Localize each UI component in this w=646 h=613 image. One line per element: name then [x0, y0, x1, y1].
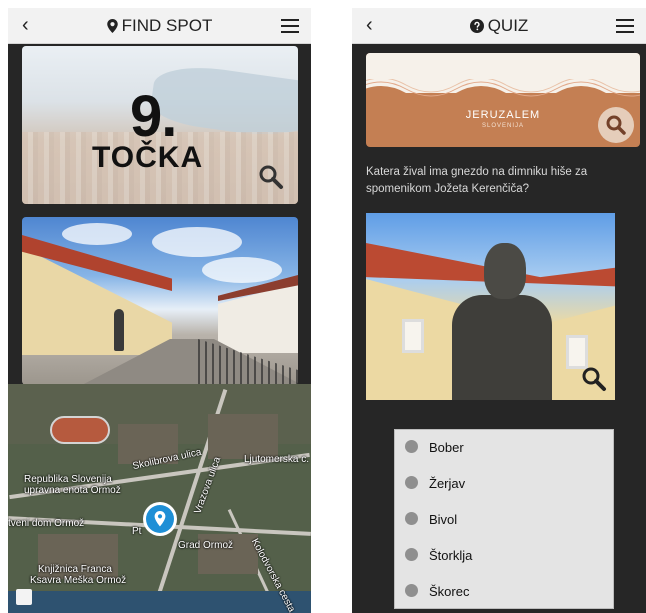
- spot-number: 9.: [130, 84, 177, 149]
- screen-title: FIND SPOT: [8, 17, 311, 35]
- screen-title-text: FIND SPOT: [121, 16, 213, 35]
- radio-button[interactable]: [405, 440, 418, 453]
- answer-label: Žerjav: [429, 476, 466, 491]
- map-pin-icon: [106, 19, 118, 33]
- answer-option[interactable]: Žerjav: [395, 466, 613, 500]
- map-label: Pt: [132, 526, 142, 537]
- map-label: Vrazova ulica: [192, 455, 224, 516]
- answer-list: Bober Žerjav Bivol Štorklja Škorec: [394, 429, 614, 609]
- quiz-question: Katera žival ima gnezdo na dimniku hiše …: [366, 166, 588, 195]
- radio-button[interactable]: [405, 512, 418, 525]
- find-spot-screen: ‹ FIND SPOT 9. TOČKA Skolibrova ulica Vr…: [8, 8, 311, 613]
- quiz-photo[interactable]: [366, 213, 615, 400]
- answer-label: Bivol: [429, 512, 458, 527]
- answer-option[interactable]: Bober: [395, 430, 613, 464]
- magnifier-icon[interactable]: [579, 364, 609, 394]
- map-label: upravna enota Ormož: [24, 485, 121, 496]
- map-control[interactable]: [16, 589, 32, 605]
- top-bar: ‹ QUIZ: [352, 8, 646, 44]
- magnifier-icon[interactable]: [256, 162, 286, 192]
- map-view[interactable]: Skolibrova ulica Vrazova ulica Ljutomers…: [8, 384, 311, 613]
- answer-option[interactable]: Bivol: [395, 502, 613, 536]
- map-label: Ljutomerska c.: [244, 454, 310, 465]
- hamburger-menu-icon[interactable]: [616, 19, 634, 33]
- location-pin-icon[interactable]: [143, 502, 177, 536]
- answer-option[interactable]: Štorklja: [395, 538, 613, 572]
- wave-decoration: [366, 79, 640, 107]
- spot-photo[interactable]: [22, 217, 298, 385]
- answer-option[interactable]: Škorec: [395, 574, 613, 608]
- spot-number-card[interactable]: 9. TOČKA: [22, 46, 298, 204]
- answer-label: Bober: [429, 440, 464, 455]
- radio-button[interactable]: [405, 476, 418, 489]
- map-label: Knjižnica Franca: [38, 564, 112, 575]
- map-label: Republika Slovenija: [24, 474, 112, 485]
- top-bar: ‹ FIND SPOT: [8, 8, 311, 44]
- answer-label: Štorklja: [429, 548, 473, 563]
- map-label: Grad Ormož: [178, 540, 234, 551]
- spot-label: TOČKA: [92, 141, 204, 174]
- answer-label: Škorec: [429, 584, 470, 599]
- screen-title: QUIZ: [352, 17, 646, 35]
- radio-button[interactable]: [405, 584, 418, 597]
- map-label: tveni dom Ormož: [8, 518, 85, 529]
- screen-title-text: QUIZ: [487, 16, 529, 35]
- sports-field: [50, 416, 110, 444]
- radio-button[interactable]: [405, 548, 418, 561]
- zoom-button[interactable]: [598, 107, 634, 143]
- jeruzalem-banner[interactable]: JERUZALEM SLOVENIJA: [366, 53, 640, 147]
- quiz-screen: ‹ QUIZ JERUZALEM SLOVENIJA Katera žival …: [352, 8, 646, 613]
- hamburger-menu-icon[interactable]: [281, 19, 299, 33]
- statue: [114, 309, 124, 351]
- map-label: Ksavra Meška Ormož: [30, 575, 127, 586]
- question-circle-icon: [469, 19, 484, 33]
- magnifier-icon: [606, 115, 626, 135]
